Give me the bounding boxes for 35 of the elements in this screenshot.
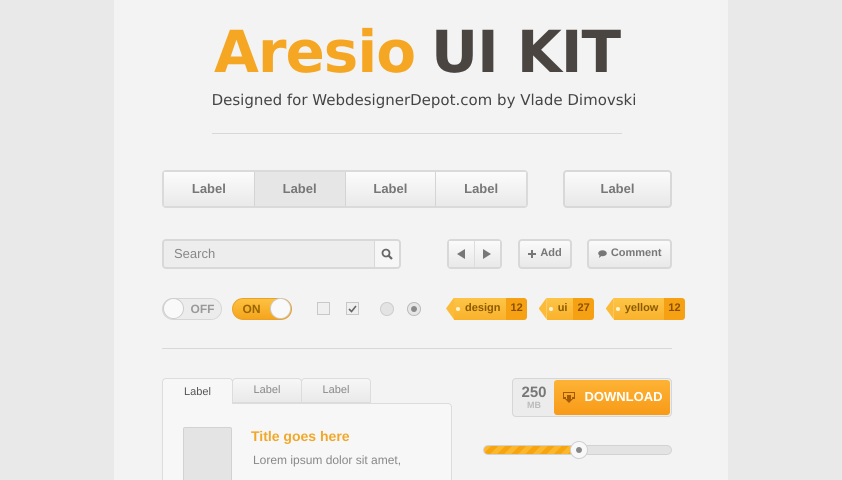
segment-button[interactable]: Label (254, 172, 344, 206)
slider-thumb[interactable] (570, 440, 588, 458)
tab[interactable]: Label (162, 378, 233, 404)
segment-button[interactable]: Label (344, 172, 436, 206)
download-icon (562, 390, 576, 404)
search-icon (380, 248, 393, 260)
comment-button[interactable]: Comment (587, 238, 672, 268)
next-button[interactable] (474, 240, 500, 266)
left-triangle-icon (457, 248, 466, 258)
previous-button[interactable] (448, 240, 475, 266)
plus-icon (528, 250, 536, 258)
file-size: 250 (521, 384, 547, 400)
download-button[interactable]: DOWNLOAD (554, 380, 670, 414)
card-title: Title goes here (251, 426, 351, 444)
right-triangle-icon (483, 248, 492, 258)
checkbox[interactable] (317, 302, 330, 315)
tab[interactable]: Label (232, 378, 302, 402)
logo-title: Aresio (214, 18, 416, 86)
search-button[interactable] (374, 238, 401, 268)
checkbox[interactable] (346, 302, 359, 315)
radio-button[interactable] (380, 302, 394, 316)
label-button[interactable]: Label (563, 170, 672, 208)
segment-button[interactable]: Label (435, 172, 526, 206)
search-field[interactable]: Search (162, 238, 374, 268)
tab[interactable]: Label (301, 378, 371, 402)
subtitle: Designed for WebdesignerDepot.com by Vlade Dimovski (212, 90, 636, 111)
radio-button[interactable] (407, 302, 421, 316)
add-button[interactable]: Add (518, 238, 572, 268)
logo-title: UI KIT (431, 18, 620, 86)
tag[interactable]: ui 27 (538, 298, 594, 320)
card-text: Lorem ipsum dolor sit amet, (253, 452, 402, 468)
segment-button[interactable]: Label (164, 172, 254, 206)
speech-bubble-icon (598, 250, 607, 258)
toggle-switch[interactable]: OFF (162, 298, 222, 320)
toggle-switch[interactable]: ON (232, 298, 292, 320)
